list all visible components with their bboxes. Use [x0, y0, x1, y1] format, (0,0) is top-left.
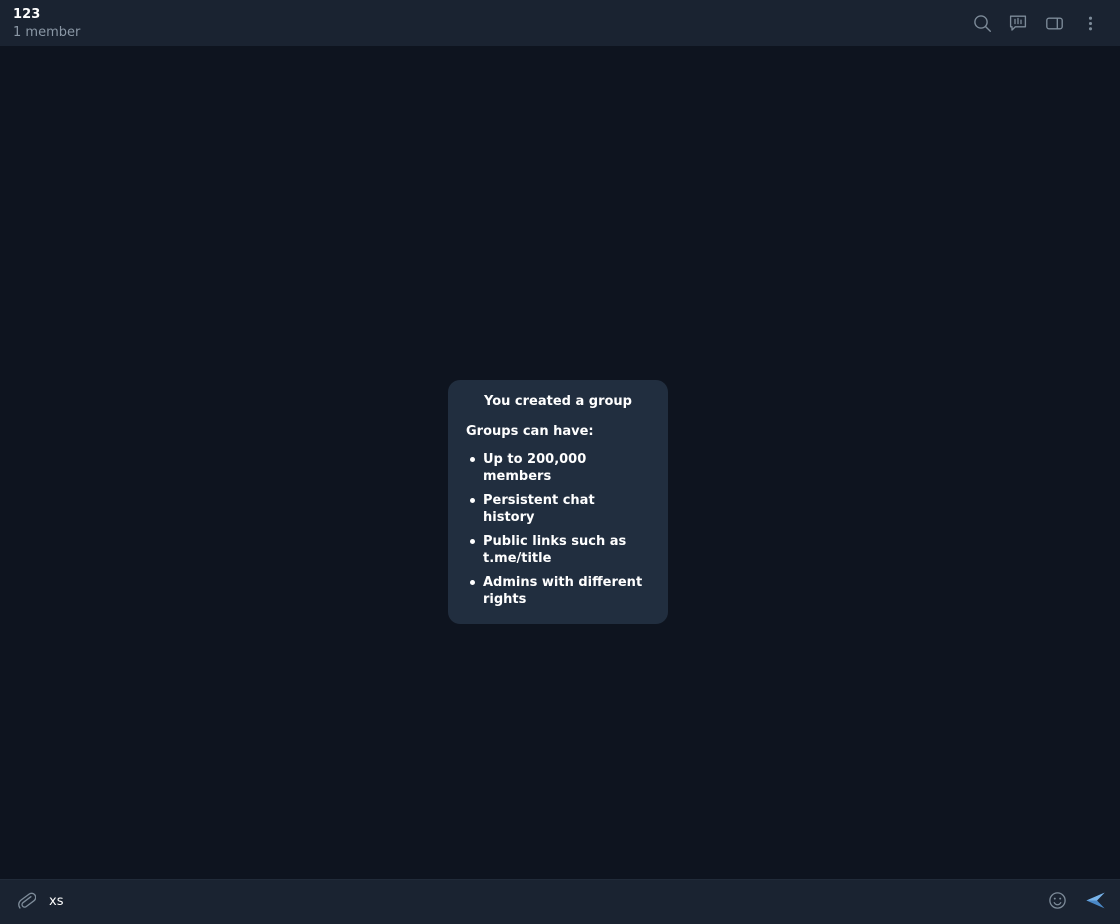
bullet-icon — [470, 580, 475, 585]
group-created-service-message: You created a group Groups can have: Up … — [448, 380, 668, 624]
chat-member-count: 1 member — [13, 24, 81, 40]
header-actions — [964, 3, 1108, 43]
send-icon — [1084, 889, 1107, 916]
more-options-button[interactable] — [1072, 3, 1108, 43]
bullet-icon — [470, 539, 475, 544]
message-composer — [0, 879, 1120, 924]
emoji-button[interactable] — [1040, 885, 1074, 919]
bullet-icon — [470, 457, 475, 462]
chat-bars-icon — [1008, 13, 1028, 33]
page-title: 123 — [13, 6, 41, 22]
telegram-app-window: 123 1 member You created a group Groups … — [0, 0, 1120, 924]
list-item: Public links such as t.me/title — [466, 533, 650, 567]
composer-right-actions — [1040, 885, 1112, 919]
more-options-icon — [1082, 14, 1099, 33]
chat-header: 123 1 member — [0, 0, 1120, 46]
bullet-icon — [470, 498, 475, 503]
chat-header-info[interactable]: 123 1 member — [13, 7, 80, 40]
sidebar-panel-icon — [1045, 14, 1064, 33]
list-item: Up to 200,000 members — [466, 451, 650, 485]
list-item-label: Public links such as t.me/title — [483, 534, 627, 566]
attach-button[interactable] — [9, 885, 43, 919]
chat-bars-button[interactable] — [1000, 3, 1036, 43]
list-item-label: Up to 200,000 members — [483, 452, 587, 484]
list-item-label: Persistent chat history — [483, 493, 595, 525]
list-item: Persistent chat history — [466, 492, 650, 526]
send-button[interactable] — [1078, 885, 1112, 919]
messages-area: You created a group Groups can have: Up … — [0, 46, 1120, 879]
smiley-icon — [1048, 891, 1067, 914]
service-message-heading: You created a group — [483, 394, 632, 409]
service-message-subheading: Groups can have: — [466, 424, 594, 439]
list-item: Admins with different rights — [466, 574, 650, 608]
group-features-list: Up to 200,000 members Persistent chat hi… — [466, 451, 650, 608]
list-item-label: Admins with different rights — [483, 575, 643, 607]
message-input[interactable] — [43, 885, 1040, 919]
search-icon — [973, 14, 992, 33]
paperclip-icon — [17, 891, 36, 914]
search-button[interactable] — [964, 3, 1000, 43]
sidebar-panel-button[interactable] — [1036, 3, 1072, 43]
